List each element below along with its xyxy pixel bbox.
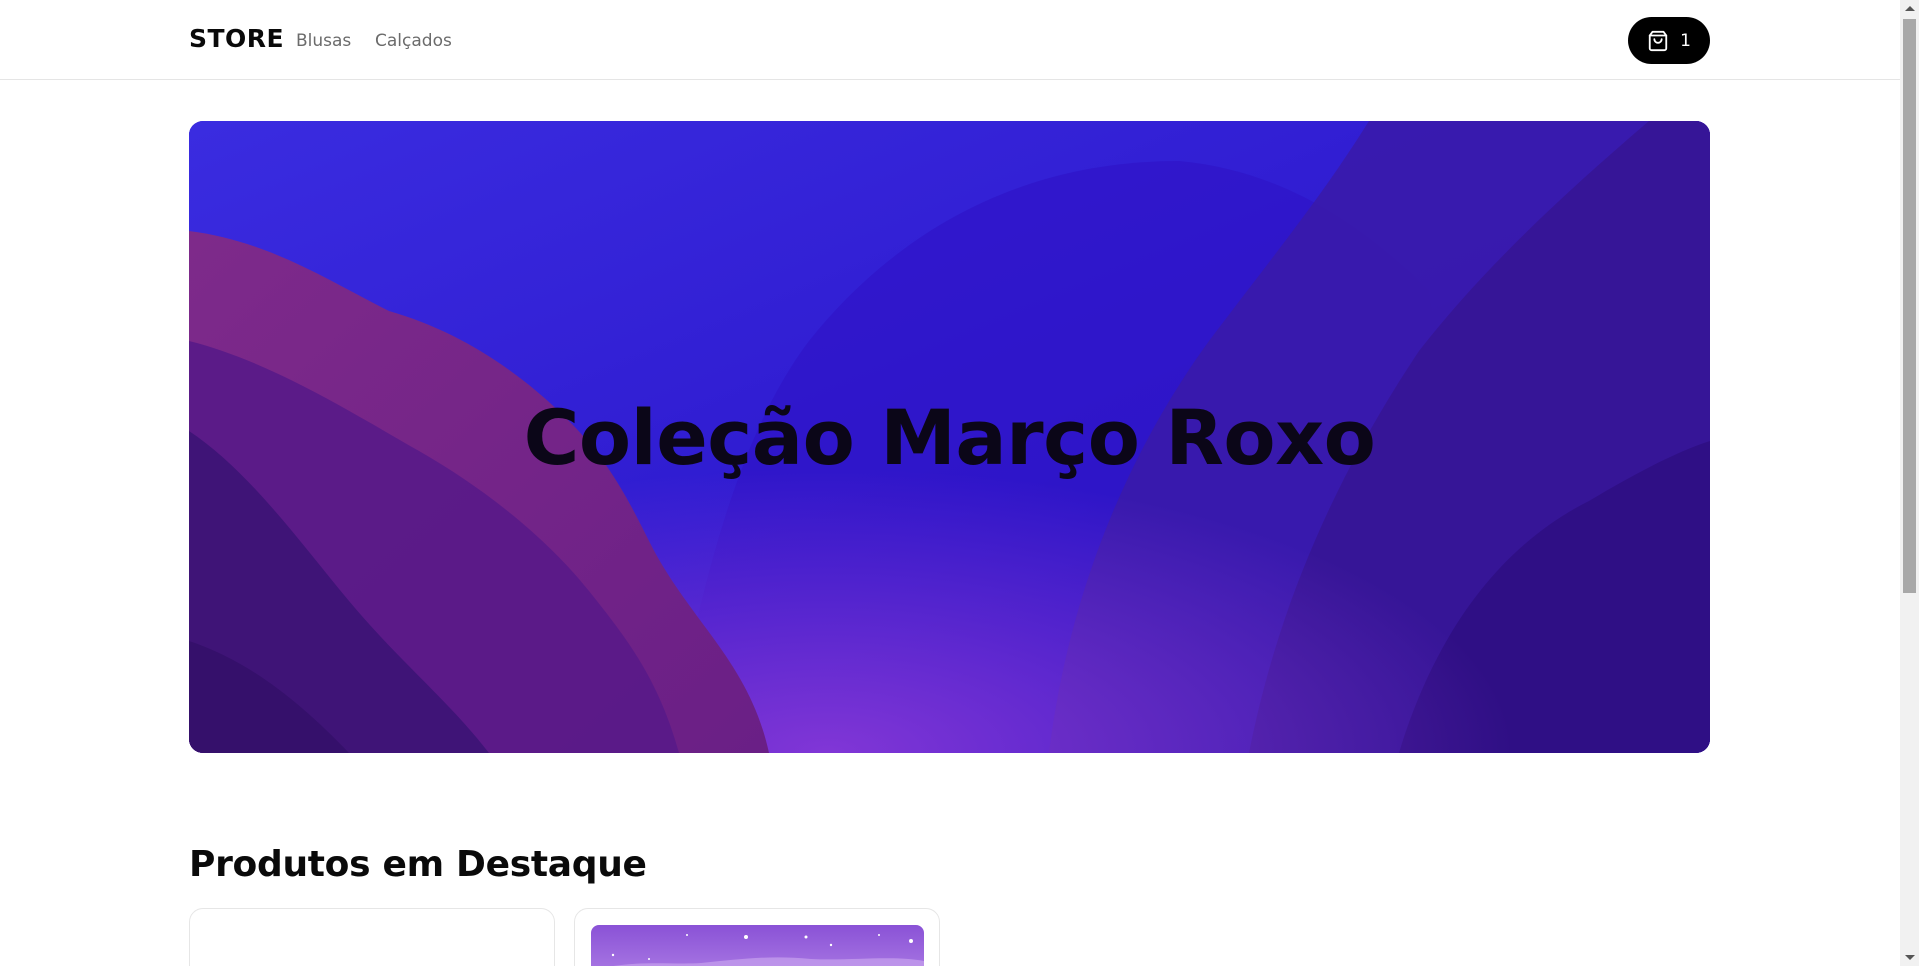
cart-button[interactable]: 1 (1628, 17, 1710, 64)
scrollbar-thumb[interactable] (1903, 19, 1916, 593)
hero-title: Coleção Março Roxo (523, 392, 1376, 482)
page-viewport: STORE Blusas Calçados 1 Coleção Março Ro… (0, 0, 1900, 966)
scroll-down-arrow-icon[interactable] (1900, 949, 1919, 966)
product-image (591, 925, 924, 966)
scroll-up-arrow-icon[interactable] (1900, 0, 1919, 17)
product-card[interactable] (189, 908, 555, 966)
vertical-scrollbar[interactable] (1900, 0, 1919, 966)
product-card[interactable] (574, 908, 940, 966)
nav-link-blusas[interactable]: Blusas (296, 31, 351, 51)
cart-count-badge: 1 (1680, 30, 1691, 51)
brand-logo[interactable]: STORE (189, 24, 284, 53)
site-header: STORE Blusas Calçados 1 (0, 0, 1900, 80)
hero-banner: Coleção Março Roxo (189, 121, 1710, 753)
featured-products-heading: Produtos em Destaque (189, 844, 647, 885)
shopping-bag-icon (1647, 30, 1669, 52)
nav-link-calcados[interactable]: Calçados (375, 31, 452, 51)
